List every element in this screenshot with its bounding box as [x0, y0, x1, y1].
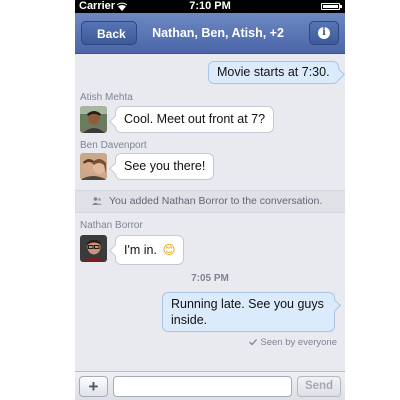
conversation-title: Nathan, Ben, Atish, +2 [152, 26, 284, 40]
add-attachment-button[interactable]: + [79, 376, 108, 397]
status-bar: Carrier 7:10 PM [75, 0, 345, 13]
seen-indicator: Seen by everyone [249, 337, 337, 348]
avatar-atish[interactable] [80, 106, 107, 133]
system-message-text: You added Nathan Borror to the conversat… [109, 195, 323, 207]
message-bubble-incoming[interactable]: I'm in. 😊 [115, 235, 185, 265]
sender-name: Nathan Borror [80, 220, 143, 231]
battery-icon [321, 3, 342, 10]
avatar-ben[interactable] [80, 153, 107, 180]
seen-text: Seen by everyone [260, 337, 337, 348]
smiley-emoji: 😊 [162, 242, 176, 257]
navigation-bar: Back Nathan, Ben, Atish, +2 i [75, 13, 345, 54]
sender-name: Atish Mehta [80, 92, 133, 103]
status-time: 7:10 PM [189, 0, 231, 12]
message-text: See you there! [124, 159, 206, 173]
send-button[interactable]: Send [297, 376, 341, 397]
composer-bar: + Send [75, 371, 345, 400]
message-text: I'm in. [124, 243, 157, 257]
message-text-line-1: Running late. See you guys [171, 297, 324, 311]
check-icon [249, 339, 258, 345]
message-text-line-2: inside. [171, 313, 208, 327]
timestamp: 7:05 PM [191, 273, 229, 284]
message-text: Movie starts at 7:30. [217, 65, 330, 79]
sender-name: Ben Davenport [80, 140, 147, 151]
info-icon: i [318, 27, 330, 39]
avatar-nathan[interactable] [80, 235, 107, 262]
info-button[interactable]: i [309, 21, 339, 45]
message-input[interactable] [113, 376, 292, 397]
message-bubble-outgoing[interactable]: Movie starts at 7:30. [208, 61, 339, 84]
system-message: You added Nathan Borror to the conversat… [75, 190, 345, 213]
people-icon [92, 197, 102, 205]
message-bubble-incoming[interactable]: See you there! [115, 153, 215, 180]
message-text: Cool. Meet out front at 7? [124, 112, 266, 126]
message-bubble-incoming[interactable]: Cool. Meet out front at 7? [115, 106, 275, 133]
messenger-screen: Carrier 7:10 PM Back Nathan, Ben, Atish,… [75, 0, 345, 400]
back-button[interactable]: Back [81, 21, 137, 45]
message-bubble-outgoing[interactable]: Running late. See you guys inside. [162, 292, 335, 332]
